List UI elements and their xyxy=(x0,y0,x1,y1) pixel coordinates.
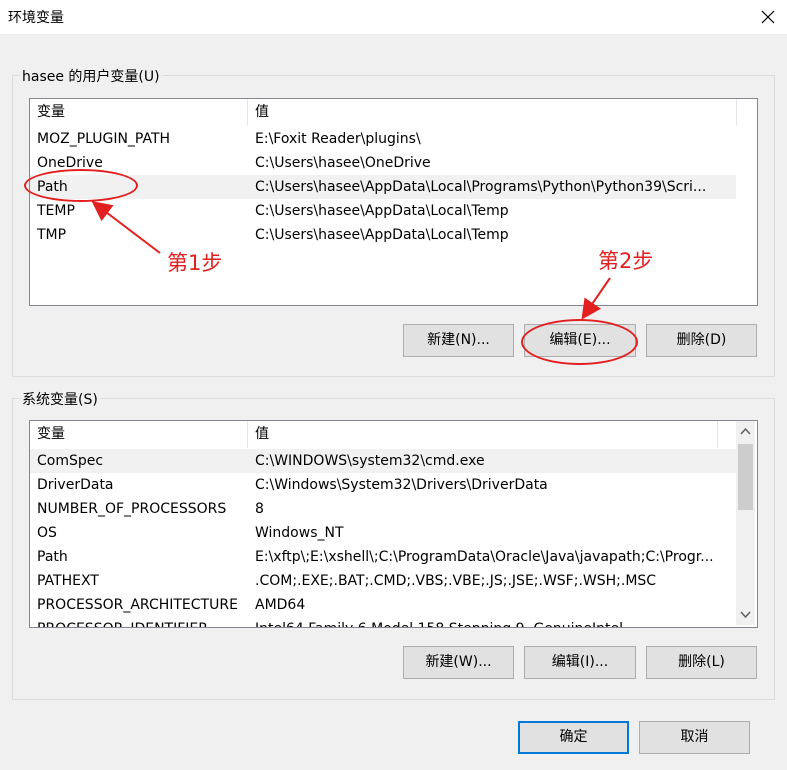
variable-value: C:\Users\hasee\AppData\Local\Temp xyxy=(255,203,509,219)
list-item[interactable]: PROCESSOR_IDENTIFIER Intel64 Family 6 Mo… xyxy=(30,617,736,627)
variable-value: .COM;.EXE;.BAT;.CMD;.VBS;.VBE;.JS;.JSE;.… xyxy=(255,573,657,589)
variable-name: PROCESSOR_IDENTIFIER xyxy=(37,617,247,627)
delete-system-variable-button[interactable]: 删除(L) xyxy=(646,646,757,679)
variable-name: NUMBER_OF_PROCESSORS xyxy=(37,501,227,517)
variable-value: C:\Users\hasee\OneDrive xyxy=(255,155,431,171)
variable-name: TMP xyxy=(37,227,67,243)
variable-value: Intel64 Family 6 Model 158 Stepping 9, G… xyxy=(255,617,733,627)
variable-name: PROCESSOR_ARCHITECTURE xyxy=(37,597,238,613)
list-item[interactable]: Path E:\xftp\;E:\xshell\;C:\ProgramData\… xyxy=(30,545,736,569)
variable-value: 8 xyxy=(255,501,264,517)
close-icon xyxy=(761,10,775,24)
scroll-up-icon[interactable] xyxy=(736,423,755,440)
window-title: 环境变量 xyxy=(8,10,64,26)
variable-name: ComSpec xyxy=(37,453,104,469)
variable-name: TEMP xyxy=(37,203,75,219)
variable-name: OS xyxy=(37,525,57,541)
list-item[interactable]: TMP C:\Users\hasee\AppData\Local\Temp xyxy=(30,223,736,247)
list-header: 变量 值 xyxy=(30,99,757,126)
column-header-value[interactable]: 值 xyxy=(248,421,718,448)
variable-value: C:\Windows\System32\Drivers\DriverData xyxy=(255,477,548,493)
new-user-variable-button[interactable]: 新建(N)... xyxy=(403,324,514,357)
variable-value: Windows_NT xyxy=(255,525,344,541)
title-bar xyxy=(0,0,787,34)
variable-name: DriverData xyxy=(37,477,114,493)
list-item[interactable]: MOZ_PLUGIN_PATH E:\Foxit Reader\plugins\ xyxy=(30,127,736,151)
list-item-selected[interactable]: ComSpec C:\WINDOWS\system32\cmd.exe xyxy=(30,449,736,473)
column-header-variable[interactable]: 变量 xyxy=(30,421,248,448)
list-item[interactable]: OS Windows_NT xyxy=(30,521,736,545)
system-variables-label: 系统变量(S) xyxy=(20,389,100,409)
vertical-scrollbar[interactable] xyxy=(736,421,755,625)
list-item[interactable]: NUMBER_OF_PROCESSORS 8 xyxy=(30,497,736,521)
scroll-down-icon[interactable] xyxy=(736,606,755,623)
variable-value: C:\Users\hasee\AppData\Local\Temp xyxy=(255,227,509,243)
variable-name: MOZ_PLUGIN_PATH xyxy=(37,131,171,147)
column-header-value[interactable]: 值 xyxy=(248,99,737,126)
list-header: 变量 值 xyxy=(30,421,738,448)
variable-value: E:\xftp\;E:\xshell\;C:\ProgramData\Oracl… xyxy=(255,549,714,565)
cancel-button[interactable]: 取消 xyxy=(639,721,750,754)
variable-value: E:\Foxit Reader\plugins\ xyxy=(255,131,421,147)
step1-highlight-ellipse xyxy=(24,169,138,202)
variable-value: AMD64 xyxy=(255,597,306,613)
ok-button[interactable]: 确定 xyxy=(518,721,629,754)
variable-value: C:\WINDOWS\system32\cmd.exe xyxy=(255,453,485,469)
system-variables-list[interactable]: 变量 值 ComSpec C:\WINDOWS\system32\cmd.exe… xyxy=(29,420,758,628)
variable-name: Path xyxy=(37,549,68,565)
variable-name: PATHEXT xyxy=(37,573,99,589)
step2-annotation: 第2步 xyxy=(598,249,654,273)
step2-highlight-ellipse xyxy=(521,319,638,365)
list-item[interactable]: PROCESSOR_ARCHITECTURE AMD64 xyxy=(30,593,736,617)
scrollbar-thumb[interactable] xyxy=(738,444,753,510)
list-item[interactable]: TEMP C:\Users\hasee\AppData\Local\Temp xyxy=(30,199,736,223)
list-item[interactable]: PATHEXT .COM;.EXE;.BAT;.CMD;.VBS;.VBE;.J… xyxy=(30,569,736,593)
column-header-variable[interactable]: 变量 xyxy=(30,99,248,126)
edit-system-variable-button[interactable]: 编辑(I)... xyxy=(524,646,636,679)
list-item[interactable]: DriverData C:\Windows\System32\Drivers\D… xyxy=(30,473,736,497)
new-system-variable-button[interactable]: 新建(W)... xyxy=(403,646,514,679)
delete-user-variable-button[interactable]: 删除(D) xyxy=(646,324,757,357)
user-variables-label: hasee 的用户变量(U) xyxy=(20,66,162,86)
close-button[interactable] xyxy=(748,0,787,34)
list-item[interactable]: OneDrive C:\Users\hasee\OneDrive xyxy=(30,151,736,175)
variable-value: C:\Users\hasee\AppData\Local\Programs\Py… xyxy=(255,179,707,195)
step1-annotation: 第1步 xyxy=(167,251,223,275)
